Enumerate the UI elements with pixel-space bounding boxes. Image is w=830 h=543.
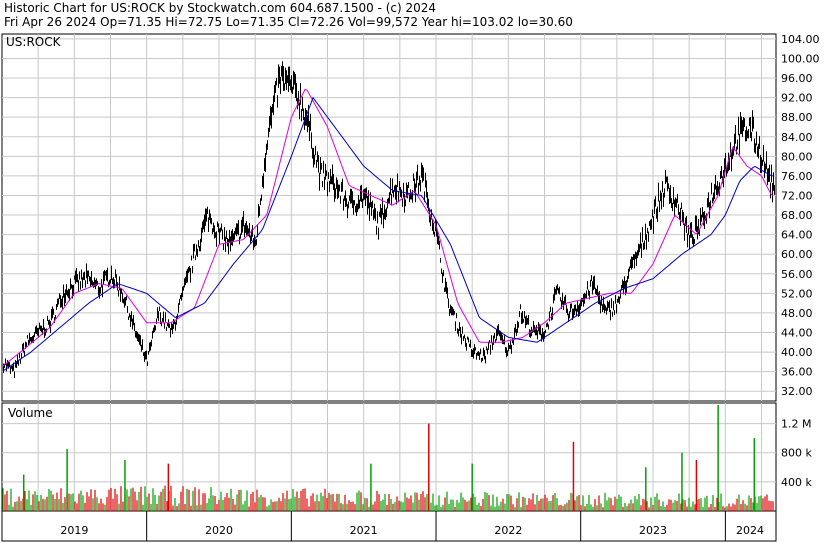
year-label: 2019 [60,524,88,537]
price-tick-label: 64.00 [781,229,813,242]
price-tick-label: 104.00 [781,33,820,46]
chart-canvas: 104.00 100.00 96.00 92.00 88.00 84.00 80.00 76.… [1,33,820,542]
year-label: 2021 [350,524,378,537]
price-tick-label: 44.00 [781,326,813,339]
year-label: 2023 [639,524,667,537]
symbol-label: US:ROCK [6,35,62,49]
year-label: 2020 [205,524,233,537]
volume-tick-label: 400 k [781,476,812,489]
historic-chart: Historic Chart for US:ROCK by Stockwatch… [0,0,830,543]
price-tick-label: 48.00 [781,307,813,320]
price-tick-label: 40.00 [781,346,813,359]
year-label: 2022 [494,524,522,537]
price-panel [1,33,777,402]
year-label: 2024 [736,524,764,537]
price-tick-label: 96.00 [781,72,813,85]
price-tick-label: 32.00 [781,385,813,398]
price-tick-label: 92.00 [781,92,813,105]
price-tick-label: 52.00 [781,287,813,300]
price-tick-label: 36.00 [781,366,813,379]
price-tick-label: 68.00 [781,209,813,222]
price-tick-label: 88.00 [781,111,813,124]
price-tick-label: 76.00 [781,170,813,183]
price-tick-label: 60.00 [781,248,813,261]
price-tick-label: 56.00 [781,268,813,281]
price-tick-label: 72.00 [781,189,813,202]
volume-label: Volume [8,406,53,420]
volume-tick-label: 1.2 M [781,418,811,431]
price-tick-label: 84.00 [781,131,813,144]
price-tick-label: 100.00 [781,52,820,65]
price-tick-label: 80.00 [781,150,813,163]
volume-tick-label: 800 k [781,447,812,460]
